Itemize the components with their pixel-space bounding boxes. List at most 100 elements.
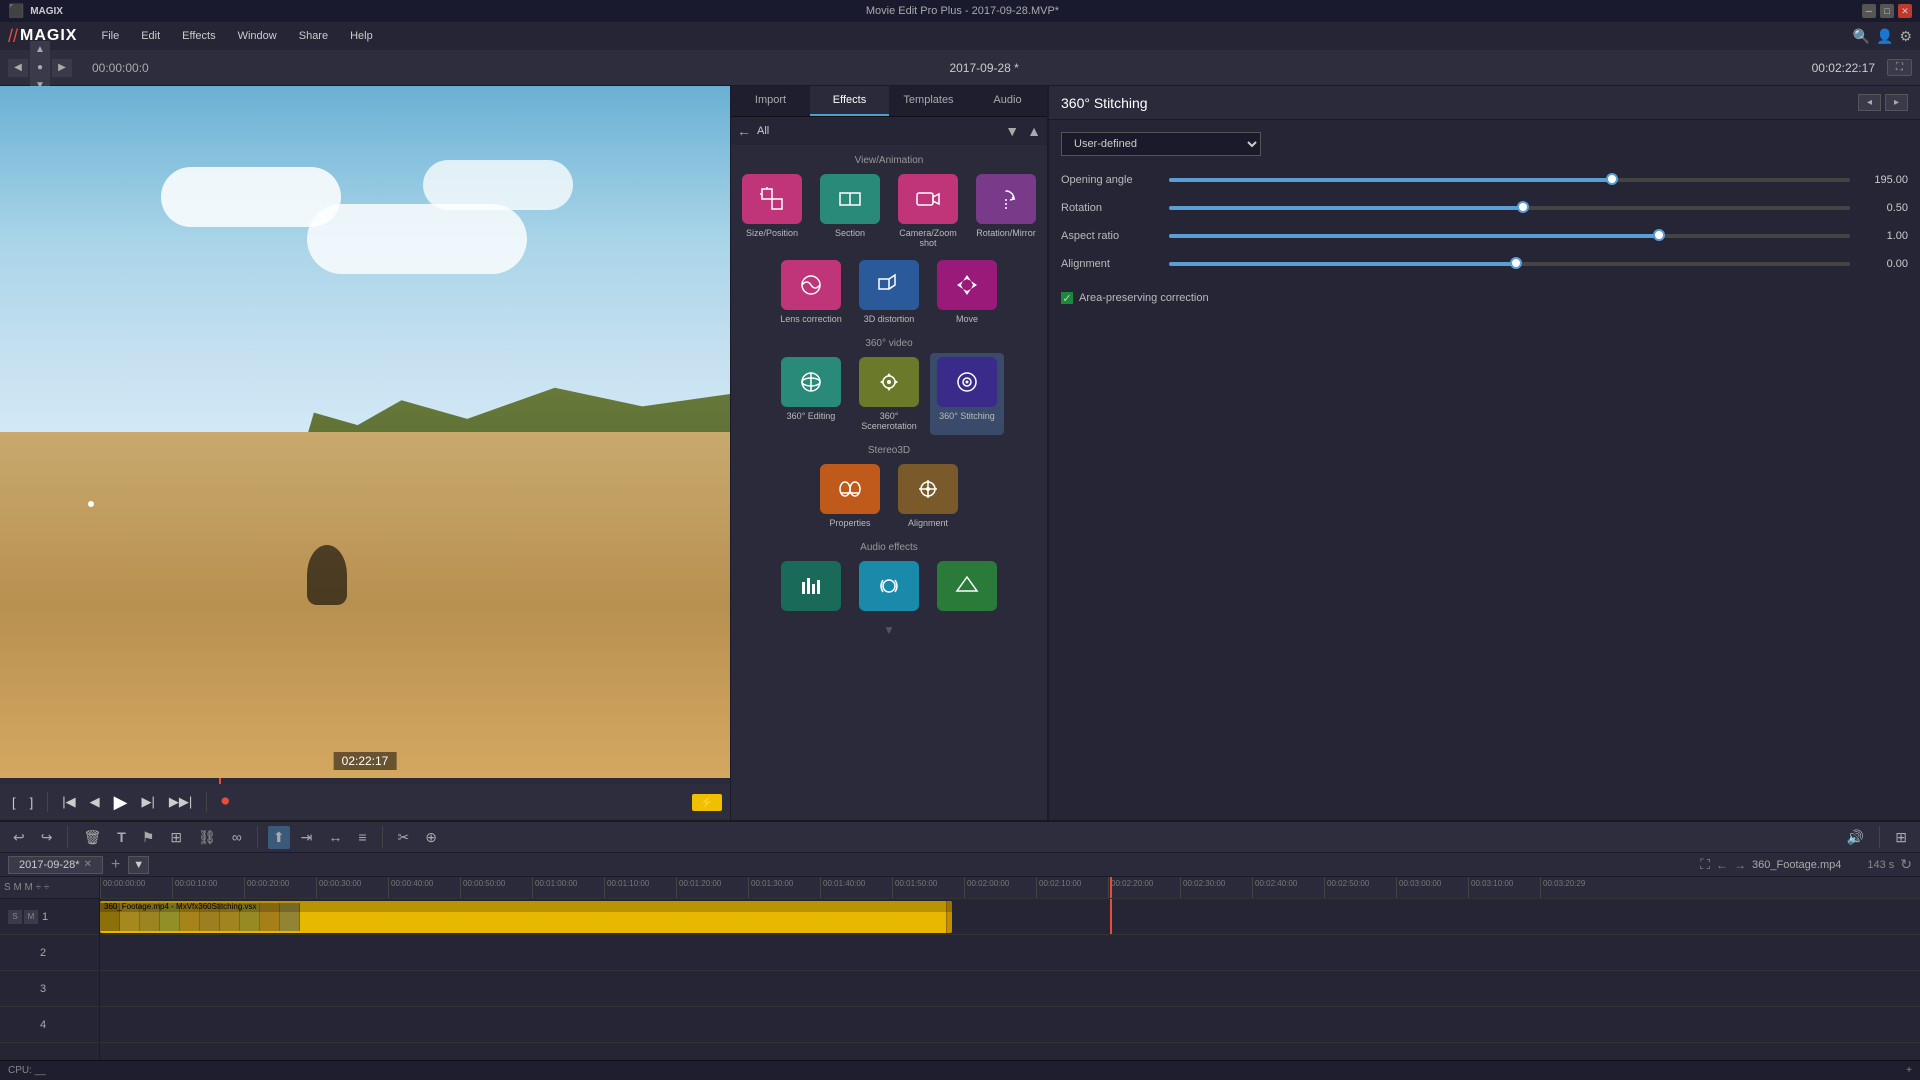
delete-button[interactable]: 🗑 (78, 826, 106, 849)
menu-window[interactable]: Window (228, 27, 287, 45)
account-icon[interactable]: 👤 (1876, 28, 1893, 45)
aspect-ratio-slider[interactable] (1169, 234, 1850, 238)
snap-button[interactable]: ⇥ (296, 826, 318, 849)
effects-scroll-up[interactable]: ▲ (1025, 121, 1043, 141)
group-button[interactable]: ⊞ (165, 826, 187, 849)
track-label-4: 4 (0, 1007, 99, 1043)
nav-breadcrumb-forward[interactable]: → (1734, 858, 1746, 872)
split-button[interactable]: ✂ (393, 826, 415, 849)
timeline-tab-dropdown[interactable]: ▼ (128, 856, 149, 874)
nav-up-button[interactable]: ▲ (30, 41, 50, 59)
alignment-label: Alignment (908, 518, 948, 528)
effect-lens-correction[interactable]: Lens correction (774, 256, 848, 328)
section-icon (820, 174, 880, 224)
effect-360-scenerotation[interactable]: 360° Scenerotation (852, 353, 926, 435)
aspect-ratio-thumb[interactable] (1653, 229, 1665, 241)
add-clip-button[interactable]: ⊕ (420, 826, 442, 849)
effect-360-editing[interactable]: 360° Editing (774, 353, 848, 435)
mark-in-button[interactable]: [ (8, 793, 20, 812)
tab-import[interactable]: Import (731, 86, 810, 116)
settings-icon[interactable]: ⚙ (1899, 28, 1912, 45)
effect-360-stitching[interactable]: 360° Stitching (930, 353, 1004, 435)
play-button[interactable]: ▶ (110, 790, 132, 815)
marker-button[interactable]: ⚑ (137, 826, 160, 849)
rotation-slider[interactable] (1169, 206, 1850, 210)
record-button[interactable]: ⏺ (217, 791, 233, 813)
rp-next-button[interactable]: ▸ (1885, 94, 1908, 111)
close-button[interactable]: ✕ (1898, 4, 1912, 18)
effects-back-button[interactable]: ← (735, 121, 753, 141)
rotation-fill (1169, 206, 1523, 210)
timeline-tab-1[interactable]: 2017-09-28* ✕ (8, 856, 103, 874)
prev-button[interactable]: ◀ (86, 792, 104, 812)
area-preserving-checkbox[interactable]: ✓ (1061, 292, 1073, 304)
effect-audio-2[interactable] (852, 557, 926, 619)
effect-equalizer[interactable] (774, 557, 848, 619)
camera-zoom-label: Camera/Zoom shot (895, 228, 961, 248)
track-mute-1[interactable]: M (24, 910, 38, 924)
preview-scrubber[interactable] (0, 778, 730, 784)
menu-file[interactable]: File (91, 27, 129, 45)
last-button[interactable]: ▶▶| (165, 792, 196, 812)
effects-dropdown-button[interactable]: ▼ (1003, 121, 1021, 141)
alignment-thumb[interactable] (1510, 257, 1522, 269)
search-icon[interactable]: 🔍 (1853, 28, 1870, 45)
timeline-ruler: 00:00:00:00 00:00:10:00 00:00:20:00 00:0… (100, 877, 1920, 899)
opening-angle-thumb[interactable] (1606, 173, 1618, 185)
menu-effects[interactable]: Effects (172, 27, 225, 45)
refresh-button[interactable]: ↻ (1900, 856, 1912, 873)
preset-select[interactable]: User-defined Default Custom (1061, 132, 1261, 156)
timeline-add-tab[interactable]: + (107, 856, 124, 874)
minimize-button[interactable]: ─ (1862, 4, 1876, 18)
export-button[interactable]: ⚡ (692, 794, 722, 811)
resize-clip-button[interactable]: ↔ (323, 826, 347, 848)
view-grid-button[interactable]: ⊞ (1890, 826, 1912, 849)
volume-button[interactable]: 🔊 (1842, 826, 1869, 849)
effect-move[interactable]: Move (930, 256, 1004, 328)
nav-left-button[interactable]: ◀ (8, 59, 28, 77)
track-solo-1[interactable]: S (8, 910, 22, 924)
effect-properties[interactable]: Properties (813, 460, 887, 532)
menu-help[interactable]: Help (340, 27, 383, 45)
rp-prev-button[interactable]: ◂ (1858, 94, 1881, 111)
nav-forward-button[interactable]: ← (1716, 858, 1728, 872)
track-clip-1[interactable]: 360_Footage.mp4 - MxVfx360Stitching.vsx (100, 901, 952, 933)
add-track-button[interactable]: + (1906, 1065, 1912, 1076)
nav-back-button[interactable]: ⛶ (1700, 856, 1710, 873)
timeline-tab-close[interactable]: ✕ (84, 859, 92, 870)
title-button[interactable]: T (112, 826, 131, 848)
cursor-button[interactable]: ⬆ (268, 826, 290, 849)
effect-3d-distortion[interactable]: 3D distortion (852, 256, 926, 328)
nav-right-button[interactable]: ▶ (52, 59, 72, 77)
area-preserving-label: Area-preserving correction (1079, 292, 1209, 304)
prev-mark-button[interactable]: |◀ (58, 792, 79, 812)
effect-camera-zoom[interactable]: Camera/Zoom shot (891, 170, 965, 252)
menu-edit[interactable]: Edit (131, 27, 170, 45)
tab-audio[interactable]: Audio (968, 86, 1047, 116)
tab-effects[interactable]: Effects (810, 86, 889, 116)
undo-button[interactable]: ↩ (8, 826, 30, 849)
ruler-mark-19: 00:03:10:00 (1468, 877, 1513, 898)
opening-angle-slider[interactable] (1169, 178, 1850, 182)
redo-button[interactable]: ↪ (36, 826, 58, 849)
nav-center-button[interactable]: ● (30, 59, 50, 77)
effect-size-position[interactable]: Size/Position (735, 170, 809, 252)
mark-out-button[interactable]: ] (26, 793, 38, 812)
menu-share[interactable]: Share (289, 27, 338, 45)
magic-cut-button[interactable]: ∞ (227, 826, 247, 848)
tab-templates[interactable]: Templates (889, 86, 968, 116)
effect-rotation-mirror[interactable]: Rotation/Mirror (969, 170, 1043, 252)
settings-tl-button[interactable]: ≡ (353, 826, 371, 848)
360-editing-icon (781, 357, 841, 407)
preview-and-effects: 02:22:17 [ ] |◀ ◀ ▶ ▶| ▶▶| ⏺ (0, 86, 1920, 820)
rotation-thumb[interactable] (1517, 201, 1529, 213)
next-button[interactable]: ▶| (137, 792, 158, 812)
fullscreen-button[interactable]: ⛶ (1887, 59, 1912, 76)
effect-alignment[interactable]: Alignment (891, 460, 965, 532)
alignment-slider[interactable] (1169, 262, 1850, 266)
effect-audio-3[interactable] (930, 557, 1004, 619)
maximize-button[interactable]: □ (1880, 4, 1894, 18)
rotation-mirror-label: Rotation/Mirror (976, 228, 1036, 238)
link-button[interactable]: ⛓ (193, 826, 221, 849)
effect-section[interactable]: Section (813, 170, 887, 252)
